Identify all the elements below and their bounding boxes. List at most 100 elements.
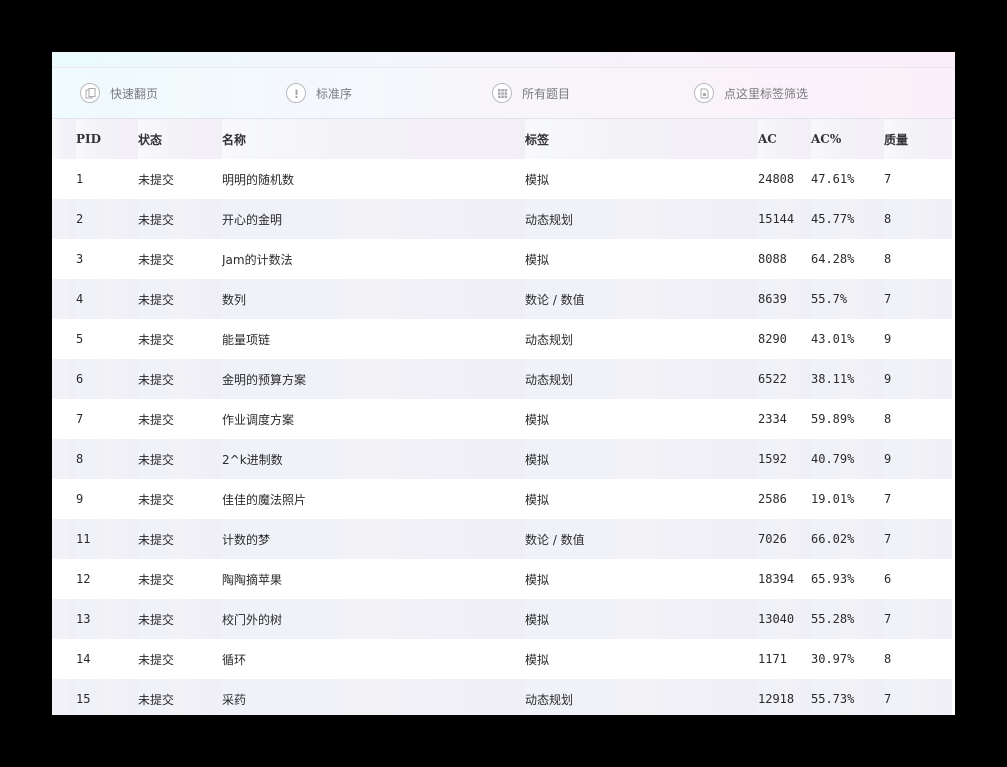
problem-name-link[interactable]: 作业调度方案 [222, 413, 294, 427]
problem-name-link[interactable]: 开心的金明 [222, 213, 282, 227]
cell-quality: 7 [884, 599, 952, 639]
problem-table: PID 状态 名称 标签 AC AC% 质量 1 未提交 明明的随机数 模拟 24808… [52, 119, 952, 715]
cell-ac: 8639 [758, 279, 811, 319]
cell-ac-percent: 55.7% [811, 279, 884, 319]
cell-pid: 7 [76, 399, 138, 439]
cell-ac: 2586 [758, 479, 811, 519]
tag-filter-button[interactable]: 点这里标签筛选 [694, 82, 808, 104]
table-row[interactable]: 6 未提交 金明的预算方案 动态规划 6522 38.11% 9 [52, 359, 952, 399]
quick-page-button[interactable]: 快速翻页 [80, 82, 158, 104]
cell-pid: 3 [76, 239, 138, 279]
cell-tag: 模拟 [525, 399, 758, 439]
cell-ac: 2334 [758, 399, 811, 439]
cell-ac: 12918 [758, 679, 811, 715]
cell-ac-percent: 47.61% [811, 159, 884, 199]
cell-ac: 6522 [758, 359, 811, 399]
cell-ac: 8088 [758, 239, 811, 279]
cell-pid: 6 [76, 359, 138, 399]
cell-status: 未提交 [138, 559, 222, 599]
table-row[interactable]: 13 未提交 校门外的树 模拟 13040 55.28% 7 [52, 599, 952, 639]
cell-ac: 24808 [758, 159, 811, 199]
standard-order-label: 标准序 [316, 86, 353, 101]
table-row[interactable]: 8 未提交 2^k进制数 模拟 1592 40.79% 9 [52, 439, 952, 479]
table-row[interactable]: 7 未提交 作业调度方案 模拟 2334 59.89% 8 [52, 399, 952, 439]
header-quality[interactable]: 质量 [884, 119, 952, 159]
cell-quality: 8 [884, 239, 952, 279]
all-problems-button[interactable]: 所有题目 [492, 82, 570, 104]
cell-name: 佳佳的魔法照片 [222, 479, 525, 519]
top-strip [52, 52, 955, 68]
problem-name-link[interactable]: Jam的计数法 [222, 253, 293, 267]
header-status[interactable]: 状态 [138, 119, 222, 159]
cell-status: 未提交 [138, 679, 222, 715]
problem-name-link[interactable]: 金明的预算方案 [222, 373, 306, 387]
table-row[interactable]: 5 未提交 能量项链 动态规划 8290 43.01% 9 [52, 319, 952, 359]
cell-quality: 9 [884, 359, 952, 399]
toolbar: 快速翻页 标准序 所有题目 点这里标签筛选 [52, 68, 955, 119]
problem-name-link[interactable]: 能量项链 [222, 333, 270, 347]
problem-name-link[interactable]: 佳佳的魔法照片 [222, 493, 306, 507]
cell-name: 明明的随机数 [222, 159, 525, 199]
cell-ac: 18394 [758, 559, 811, 599]
cell-quality: 8 [884, 639, 952, 679]
cell-quality: 9 [884, 319, 952, 359]
cell-pid: 8 [76, 439, 138, 479]
cell-status: 未提交 [138, 519, 222, 559]
cell-pid: 5 [76, 319, 138, 359]
header-ac-percent[interactable]: AC% [811, 119, 884, 159]
cell-status: 未提交 [138, 239, 222, 279]
cell-tag: 模拟 [525, 599, 758, 639]
problem-name-link[interactable]: 陶陶摘苹果 [222, 573, 282, 587]
problem-name-link[interactable]: 计数的梦 [222, 533, 270, 547]
cell-pid: 4 [76, 279, 138, 319]
problem-name-link[interactable]: 采药 [222, 693, 246, 707]
cell-ac-percent: 55.73% [811, 679, 884, 715]
table-row[interactable]: 4 未提交 数列 数论 / 数值 8639 55.7% 7 [52, 279, 952, 319]
cell-tag: 动态规划 [525, 319, 758, 359]
table-row[interactable]: 14 未提交 循环 模拟 1171 30.97% 8 [52, 639, 952, 679]
cell-ac: 15144 [758, 199, 811, 239]
cell-quality: 7 [884, 159, 952, 199]
cell-ac-percent: 45.77% [811, 199, 884, 239]
cell-tag: 动态规划 [525, 359, 758, 399]
cell-ac-percent: 43.01% [811, 319, 884, 359]
cell-status: 未提交 [138, 639, 222, 679]
cell-tag: 模拟 [525, 479, 758, 519]
header-tag[interactable]: 标签 [525, 119, 758, 159]
problem-name-link[interactable]: 校门外的树 [222, 613, 282, 627]
table-row[interactable]: 3 未提交 Jam的计数法 模拟 8088 64.28% 8 [52, 239, 952, 279]
tag-filter-label: 点这里标签筛选 [724, 86, 809, 101]
cell-pid: 1 [76, 159, 138, 199]
header-name[interactable]: 名称 [222, 119, 525, 159]
table-row[interactable]: 15 未提交 采药 动态规划 12918 55.73% 7 [52, 679, 952, 715]
cell-tag: 模拟 [525, 159, 758, 199]
cell-status: 未提交 [138, 319, 222, 359]
cell-pid: 13 [76, 599, 138, 639]
quick-page-label: 快速翻页 [110, 86, 159, 101]
grid-icon [492, 83, 512, 103]
table-row[interactable]: 12 未提交 陶陶摘苹果 模拟 18394 65.93% 6 [52, 559, 952, 599]
problem-list-panel: 快速翻页 标准序 所有题目 点这里标签筛选 PID 状态 名称 标签 AC AC… [52, 52, 955, 715]
header-pid[interactable]: PID [76, 119, 138, 159]
header-ac[interactable]: AC [758, 119, 811, 159]
problem-name-link[interactable]: 数列 [222, 293, 246, 307]
cell-name: 循环 [222, 639, 525, 679]
cell-quality: 7 [884, 679, 952, 715]
table-row[interactable]: 9 未提交 佳佳的魔法照片 模拟 2586 19.01% 7 [52, 479, 952, 519]
all-problems-label: 所有题目 [522, 86, 571, 101]
cell-quality: 7 [884, 479, 952, 519]
cell-quality: 8 [884, 199, 952, 239]
table-header-row: PID 状态 名称 标签 AC AC% 质量 [52, 119, 952, 159]
table-row[interactable]: 11 未提交 计数的梦 数论 / 数值 7026 66.02% 7 [52, 519, 952, 559]
cell-ac-percent: 66.02% [811, 519, 884, 559]
cell-name: 2^k进制数 [222, 439, 525, 479]
table-row[interactable]: 2 未提交 开心的金明 动态规划 15144 45.77% 8 [52, 199, 952, 239]
table-row[interactable]: 1 未提交 明明的随机数 模拟 24808 47.61% 7 [52, 159, 952, 199]
cell-quality: 7 [884, 519, 952, 559]
problem-name-link[interactable]: 2^k进制数 [222, 453, 283, 467]
cell-name: Jam的计数法 [222, 239, 525, 279]
problem-name-link[interactable]: 循环 [222, 653, 246, 667]
standard-order-button[interactable]: 标准序 [286, 82, 352, 104]
problem-name-link[interactable]: 明明的随机数 [222, 173, 294, 187]
cell-ac: 8290 [758, 319, 811, 359]
